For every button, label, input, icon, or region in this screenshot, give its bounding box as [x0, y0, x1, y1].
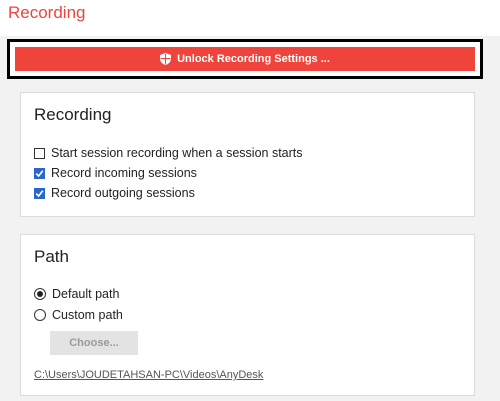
path-panel-title: Path	[34, 247, 69, 266]
choose-button[interactable]: Choose...	[50, 331, 138, 355]
checkbox-checked[interactable]	[34, 187, 45, 199]
checkbox-label: Record outgoing sessions	[51, 186, 195, 200]
start-recording-checkbox[interactable]: Start session recording when a session s…	[34, 146, 303, 160]
radio-selected[interactable]	[34, 288, 46, 300]
checkmark-icon	[35, 169, 44, 177]
default-path-radio[interactable]: Default path	[34, 287, 119, 301]
checkbox-label: Record incoming sessions	[51, 166, 197, 180]
path-panel: Path Default path Custom path Choose... …	[20, 234, 475, 396]
unlock-highlight-frame: Unlock Recording Settings ...	[7, 39, 483, 79]
radio-unselected[interactable]	[34, 309, 46, 321]
recording-panel: Recording Start session recording when a…	[20, 92, 475, 217]
checkmark-icon	[35, 189, 44, 197]
checkbox-label: Start session recording when a session s…	[51, 146, 303, 160]
radio-label: Default path	[52, 287, 120, 301]
current-path-link[interactable]: C:\Users\JOUDETAHSAN-PC\Videos\AnyDesk	[34, 369, 263, 381]
custom-path-radio[interactable]: Custom path	[34, 308, 123, 322]
radio-label: Custom path	[52, 308, 123, 322]
recording-panel-title: Recording	[34, 105, 112, 124]
checkbox-unchecked[interactable]	[34, 147, 45, 159]
unlock-settings-button[interactable]: Unlock Recording Settings ...	[15, 47, 475, 71]
unlock-settings-label: Unlock Recording Settings ...	[177, 53, 330, 65]
page-title: Recording	[8, 3, 86, 22]
record-outgoing-checkbox[interactable]: Record outgoing sessions	[34, 186, 195, 200]
checkbox-checked[interactable]	[34, 167, 45, 179]
header-bar: Recording	[0, 0, 500, 36]
record-incoming-checkbox[interactable]: Record incoming sessions	[34, 166, 197, 180]
shield-icon	[160, 53, 172, 65]
